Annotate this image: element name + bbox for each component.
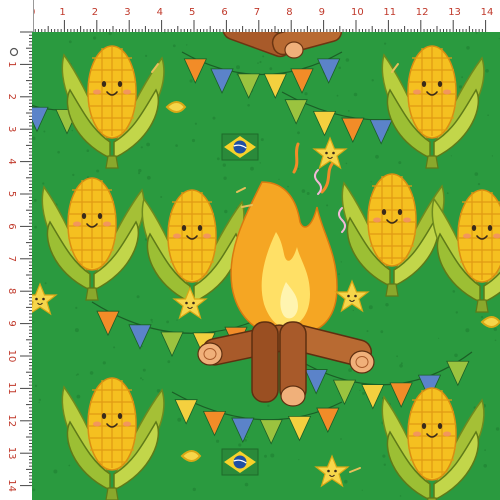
fabric-pattern (32, 32, 500, 500)
ruler-left-label: 14 (6, 479, 17, 492)
ruler-top-label: 9 (319, 7, 325, 18)
ruler-top-label: 3 (124, 7, 130, 18)
ruler-top-label: 13 (448, 7, 461, 18)
brazil-flag-icon (221, 133, 259, 161)
ruler-left-label: 12 (6, 414, 17, 427)
fabric-preview: 01234567891011121314 1234567891011121314 (0, 0, 500, 500)
ruler-left-label: 9 (6, 320, 17, 326)
ruler-top: 01234567891011121314 (0, 0, 500, 34)
ruler-left-label: 8 (6, 288, 17, 294)
ruler-top-label: 5 (189, 7, 195, 18)
ruler-top-label: 10 (351, 7, 364, 18)
ruler-left-label: 7 (6, 256, 17, 262)
ruler-left-label: 3 (6, 126, 17, 132)
ruler-left-label: 2 (6, 94, 17, 100)
ruler-left-label: 13 (6, 447, 17, 460)
ruler-left-label: 10 (6, 350, 17, 363)
ruler-left-label: 4 (6, 158, 17, 164)
ruler-top-label: 4 (157, 7, 163, 18)
ruler-top-label: 14 (481, 7, 494, 18)
ruler-top-label: 7 (254, 7, 260, 18)
ruler-left-label: 11 (6, 382, 17, 395)
ruler-top-label: 11 (383, 7, 396, 18)
ruler-top-label: 12 (416, 7, 429, 18)
brazil-flag-icon (221, 448, 259, 476)
ruler-left-label: 6 (6, 223, 17, 229)
ruler-top-label: 8 (286, 7, 292, 18)
ruler-left: 1234567891011121314 (0, 0, 34, 500)
ruler-top-label: 6 (221, 7, 227, 18)
ruler-top-label: 1 (59, 7, 65, 18)
ruler-left-label: 1 (6, 61, 17, 67)
ruler-left-label: 5 (6, 191, 17, 197)
ruler-top-label: 2 (92, 7, 98, 18)
